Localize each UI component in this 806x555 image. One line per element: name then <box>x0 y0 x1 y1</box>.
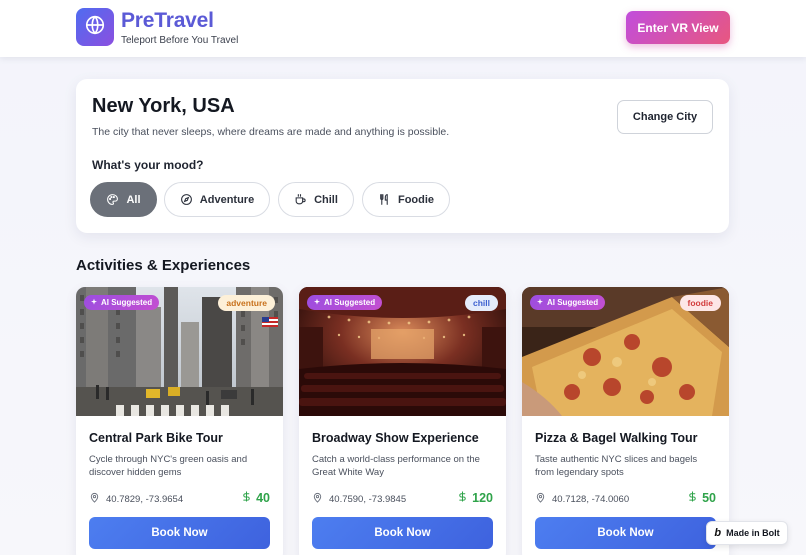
activity-coordinates: 40.7590, -73.9845 <box>312 492 406 506</box>
activity-coordinates: 40.7128, -74.0060 <box>535 492 629 506</box>
compass-icon <box>180 193 193 206</box>
city-name: New York, USA <box>92 95 235 117</box>
activity-description: Taste authentic NYC slices and bagels fr… <box>535 454 698 478</box>
mood-chip-label: Foodie <box>397 193 435 206</box>
mood-chip-all[interactable]: All <box>90 182 157 217</box>
logo-badge[interactable] <box>76 8 114 46</box>
brand-tagline: Teleport Before You Travel <box>121 35 239 46</box>
mood-tag-badge: adventure <box>218 295 275 311</box>
made-in-bolt-badge[interactable]: b Made in Bolt <box>706 521 788 545</box>
activity-description: Catch a world-class performance on the G… <box>312 454 480 478</box>
change-city-button[interactable]: Change City <box>617 100 713 134</box>
activity-card[interactable]: AI Suggested chill Broadway Show Experie… <box>299 287 506 555</box>
sparkles-icon <box>313 298 321 308</box>
mood-chip-adventure[interactable]: Adventure <box>164 182 270 217</box>
mood-chip-chill[interactable]: Chill <box>278 182 354 217</box>
mood-chip-label: Chill <box>314 193 338 206</box>
coffee-icon <box>294 193 307 206</box>
mood-tag-badge: chill <box>464 295 498 311</box>
activity-card[interactable]: AI Suggested adventure Central Park Bike… <box>76 287 283 555</box>
activity-title: Broadway Show Experience <box>312 431 479 445</box>
ai-suggested-badge: AI Suggested <box>307 295 383 310</box>
sparkles-icon <box>536 298 544 308</box>
activity-title: Pizza & Bagel Walking Tour <box>535 431 698 445</box>
activity-price: 120 <box>457 490 493 506</box>
globe-icon <box>84 14 106 41</box>
palette-icon <box>106 193 119 206</box>
app-header: PreTravel Teleport Before You Travel Ent… <box>0 0 806 57</box>
activity-card[interactable]: AI Suggested foodie Pizza & Bagel Walkin… <box>522 287 729 555</box>
mood-tag-badge: foodie <box>679 295 721 311</box>
utensils-icon <box>378 193 391 206</box>
city-description: The city that never sleeps, where dreams… <box>92 126 450 138</box>
mood-chip-foodie[interactable]: Foodie <box>362 182 450 217</box>
ai-suggested-badge: AI Suggested <box>84 295 160 310</box>
mood-chip-label: Adventure <box>199 193 255 206</box>
map-pin-icon <box>89 492 100 506</box>
activity-price: 50 <box>687 490 716 506</box>
book-now-button[interactable]: Book Now <box>89 517 270 549</box>
activity-title: Central Park Bike Tour <box>89 431 223 445</box>
map-pin-icon <box>312 492 323 506</box>
book-now-button[interactable]: Book Now <box>312 517 493 549</box>
city-card: New York, USA The city that never sleeps… <box>76 79 729 233</box>
ai-suggested-badge: AI Suggested <box>530 295 606 310</box>
dollar-icon <box>457 490 468 506</box>
activity-description: Cycle through NYC's green oasis and disc… <box>89 454 248 478</box>
dollar-icon <box>241 490 252 506</box>
mood-label: What's your mood? <box>92 158 204 172</box>
bolt-logo-icon: b <box>714 527 722 539</box>
enter-vr-button[interactable]: Enter VR View <box>626 11 730 44</box>
activity-price: 40 <box>241 490 270 506</box>
sparkles-icon <box>90 298 98 308</box>
section-title: Activities & Experiences <box>76 257 251 274</box>
bolt-badge-label: Made in Bolt <box>726 528 780 538</box>
map-pin-icon <box>535 492 546 506</box>
mood-chip-label: All <box>126 193 141 206</box>
book-now-button[interactable]: Book Now <box>535 517 716 549</box>
dollar-icon <box>687 490 698 506</box>
activity-coordinates: 40.7829, -73.9654 <box>89 492 183 506</box>
brand-title: PreTravel <box>121 9 214 32</box>
